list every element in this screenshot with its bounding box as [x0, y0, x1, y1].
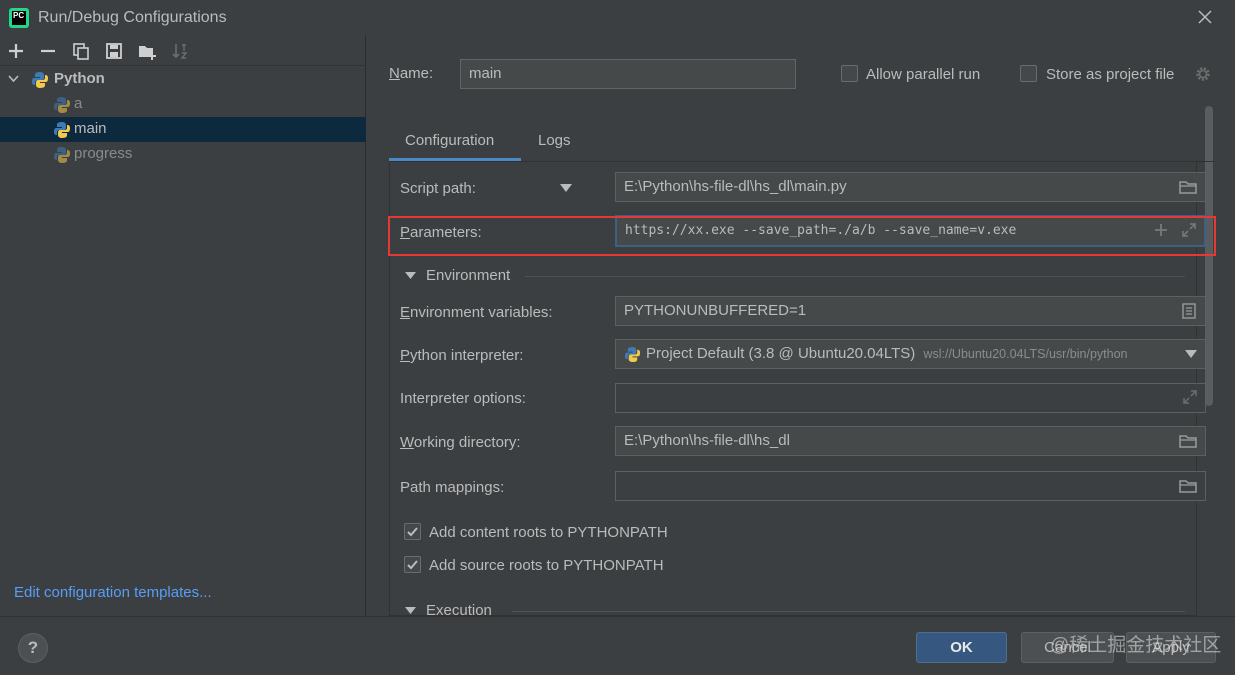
copy-icon[interactable]	[71, 41, 91, 61]
ok-button[interactable]: OK	[916, 632, 1007, 663]
expand-icon[interactable]	[1182, 223, 1196, 237]
script-path-field[interactable]: E:\Python\hs-file-dl\hs_dl\main.py	[615, 172, 1206, 202]
watermark: @稀土掘金技术社区	[1050, 635, 1222, 656]
working-dir-field[interactable]: E:\Python\hs-file-dl\hs_dl	[615, 426, 1206, 456]
folder-icon[interactable]	[1179, 180, 1197, 194]
configuration-editor: Name: main Allow parallel run Store as p…	[367, 36, 1235, 619]
python-icon	[624, 346, 641, 363]
tab-bar: Configuration Logs	[389, 124, 1214, 162]
new-folder-icon[interactable]	[137, 41, 157, 61]
sort-icon[interactable]	[170, 41, 190, 61]
checkmark-icon	[407, 527, 418, 537]
script-path-value: E:\Python\hs-file-dl\hs_dl\main.py	[624, 178, 847, 195]
collapse-environment-icon[interactable]	[405, 272, 416, 280]
collapse-execution-icon[interactable]	[405, 607, 416, 615]
chevron-down-icon[interactable]	[1185, 350, 1197, 358]
section-divider	[525, 276, 1185, 277]
tab-logs[interactable]: Logs	[538, 132, 571, 149]
name-label: Name:	[389, 65, 434, 82]
python-icon	[54, 97, 70, 113]
python-icon	[54, 122, 70, 138]
tree-item-label: progress	[74, 145, 133, 162]
allow-parallel-run-checkbox[interactable]	[841, 65, 858, 82]
edit-templates-link[interactable]: Edit configuration templates...	[14, 584, 212, 601]
interpreter-options-label: Interpreter options:	[400, 390, 526, 407]
save-icon[interactable]	[104, 41, 124, 61]
python-icon	[32, 72, 48, 88]
help-button[interactable]: ?	[18, 633, 48, 663]
tree-item-python[interactable]: Python	[0, 67, 366, 92]
store-as-project-file-checkbox[interactable]	[1020, 65, 1037, 82]
working-dir-label: Working directory:	[400, 434, 521, 451]
tree-item-label: a	[74, 95, 83, 112]
python-icon	[54, 147, 70, 163]
script-path-label: Script path:	[400, 180, 476, 197]
env-vars-label: Environment variables:	[400, 304, 553, 321]
add-content-roots-label[interactable]: Add content roots to PYTHONPATH	[429, 524, 668, 541]
folder-icon[interactable]	[1179, 479, 1197, 493]
pycharm-logo-icon: PC	[9, 8, 29, 28]
interpreter-label: Python interpreter:	[400, 347, 524, 364]
plus-icon[interactable]	[1154, 223, 1168, 237]
tree-item-progress[interactable]: progress	[0, 142, 366, 167]
tab-configuration[interactable]: Configuration	[405, 132, 494, 149]
script-path-dropdown-icon[interactable]	[560, 184, 572, 192]
interpreter-value: Project Default (3.8 @ Ubuntu20.04LTS)	[646, 345, 916, 362]
add-icon[interactable]	[6, 41, 26, 61]
interpreter-options-field[interactable]	[615, 383, 1206, 413]
interpreter-path: wsl://Ubuntu20.04LTS/usr/bin/python	[923, 347, 1128, 361]
dialog-footer: ? OK Cancel Apply @稀土掘金技术社区	[0, 616, 1235, 675]
tree-item-label: main	[74, 120, 107, 137]
add-source-roots-label[interactable]: Add source roots to PYTHONPATH	[429, 557, 664, 574]
parameters-field[interactable]: https://xx.exe --save_path=./a/b --save_…	[615, 215, 1206, 247]
env-vars-value: PYTHONUNBUFFERED=1	[624, 302, 807, 319]
gear-icon[interactable]	[1194, 65, 1212, 83]
sidebar-toolbar	[0, 36, 366, 66]
tree-root-label: Python	[54, 70, 105, 87]
store-as-project-file-label[interactable]: Store as project file	[1046, 66, 1174, 83]
add-source-roots-checkbox[interactable]	[404, 556, 421, 573]
close-icon[interactable]	[1196, 8, 1214, 26]
tree-item-main[interactable]: main	[0, 117, 366, 142]
allow-parallel-run-label[interactable]: Allow parallel run	[866, 66, 980, 83]
window-title: Run/Debug Configurations	[38, 9, 227, 26]
working-dir-value: E:\Python\hs-file-dl\hs_dl	[624, 432, 790, 449]
interpreter-select[interactable]: Project Default (3.8 @ Ubuntu20.04LTS) w…	[615, 339, 1206, 369]
tree-item-a[interactable]: a	[0, 92, 366, 117]
configurations-sidebar: Python a main progress Edit configuratio…	[0, 36, 366, 616]
env-vars-field[interactable]: PYTHONUNBUFFERED=1	[615, 296, 1206, 326]
document-icon[interactable]	[1182, 303, 1196, 319]
expand-icon[interactable]	[1183, 390, 1197, 404]
name-field[interactable]: main	[460, 59, 796, 89]
environment-section-header[interactable]: Environment	[426, 267, 510, 284]
folder-icon[interactable]	[1179, 434, 1197, 448]
section-divider	[512, 611, 1185, 612]
parameters-label: Parameters:	[400, 224, 482, 241]
path-mappings-label: Path mappings:	[400, 479, 505, 496]
remove-icon[interactable]	[38, 41, 58, 61]
parameters-value: https://xx.exe --save_path=./a/b --save_…	[625, 223, 1017, 238]
title-bar: PC Run/Debug Configurations	[0, 0, 1235, 36]
add-content-roots-checkbox[interactable]	[404, 523, 421, 540]
active-tab-indicator	[389, 158, 521, 161]
checkmark-icon	[407, 560, 418, 570]
path-mappings-field[interactable]	[615, 471, 1206, 501]
configuration-panel: Script path: E:\Python\hs-file-dl\hs_dl\…	[389, 162, 1206, 619]
chevron-down-icon[interactable]	[8, 75, 19, 83]
